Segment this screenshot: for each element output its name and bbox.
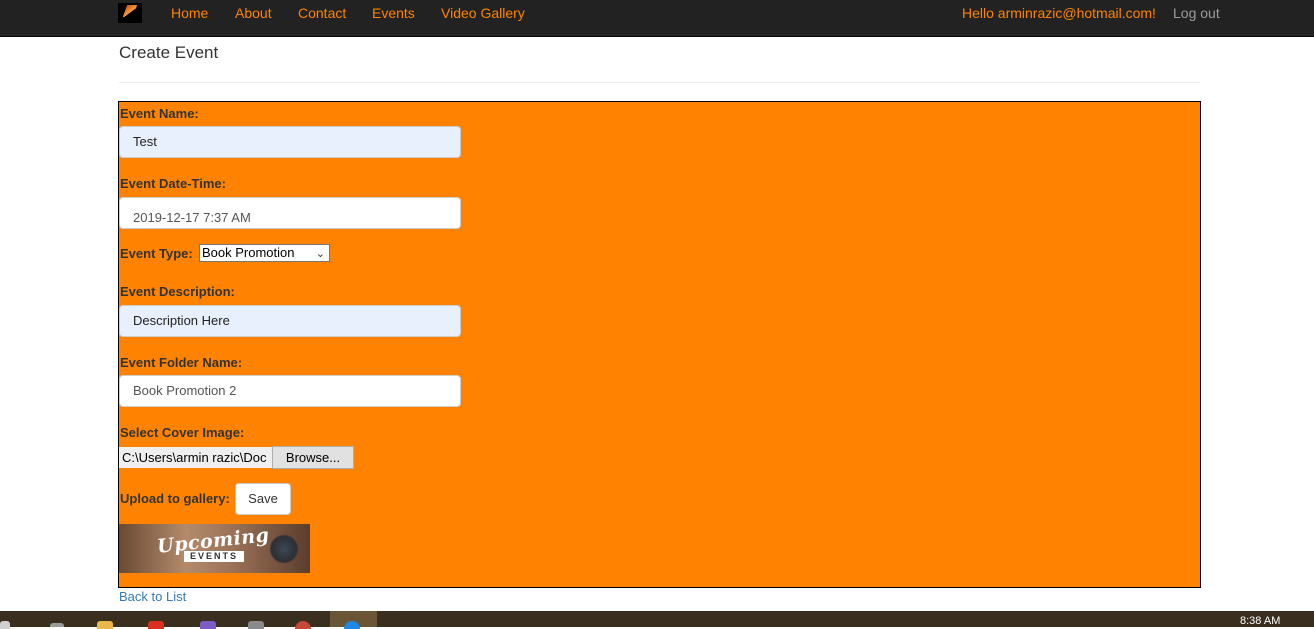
event-type-select[interactable]: Book Promotion ⌄ (199, 244, 330, 262)
taskbar-clock[interactable]: 8:38 AM (1240, 615, 1280, 627)
cover-image-subtitle: EVENTS (184, 551, 245, 562)
upload-gallery-label: Upload to gallery: (120, 491, 230, 506)
event-type-label: Event Type: (120, 246, 193, 261)
back-to-list-link[interactable]: Back to List (119, 589, 186, 604)
brand-logo-mark (122, 5, 138, 17)
event-datetime-input[interactable]: 2019-12-17 7:37 AM (119, 197, 461, 229)
event-folder-input[interactable]: Book Promotion 2 (119, 375, 461, 407)
cover-image-preview: Upcoming EVENTS (119, 524, 310, 573)
os-taskbar: 8:38 AM (0, 611, 1314, 629)
event-description-label: Event Description: (120, 284, 235, 299)
brand-logo[interactable] (118, 3, 142, 23)
event-type-selected: Book Promotion (202, 245, 295, 260)
event-datetime-label: Event Date-Time: (120, 176, 226, 191)
user-greeting-link[interactable]: Hello arminrazic@hotmail.com! (962, 5, 1156, 21)
cover-image-watch (269, 534, 299, 564)
event-name-label: Event Name: (120, 106, 199, 121)
event-name-input[interactable]: Test (119, 126, 461, 158)
app-gray-icon[interactable] (248, 621, 264, 629)
cover-image-label: Select Cover Image: (120, 425, 245, 440)
nav-video-gallery-link[interactable]: Video Gallery (441, 5, 525, 21)
chrome-icon[interactable] (295, 621, 311, 629)
event-description-input[interactable]: Description Here (119, 305, 461, 337)
cover-image-path-field[interactable]: C:\Users\armin razic\Doc (119, 447, 272, 468)
start-icon[interactable] (0, 621, 10, 629)
browse-button[interactable]: Browse... (272, 446, 354, 469)
title-divider (119, 82, 1200, 83)
nav-home-link[interactable]: Home (171, 5, 208, 21)
nav-events-link[interactable]: Events (372, 5, 415, 21)
nav-about-link[interactable]: About (235, 5, 272, 21)
folder-icon[interactable] (97, 621, 113, 629)
logout-link[interactable]: Log out (1173, 5, 1220, 21)
save-button[interactable]: Save (235, 483, 291, 515)
visual-studio-icon[interactable] (200, 621, 216, 629)
app-red-icon[interactable] (148, 621, 164, 629)
create-event-form: Event Name: Test Event Date-Time: 2019-1… (118, 101, 1201, 588)
top-navbar: Home About Contact Events Video Gallery … (0, 0, 1314, 37)
page-title: Create Event (119, 43, 219, 62)
task-view-icon[interactable] (50, 623, 64, 627)
chevron-down-icon: ⌄ (315, 248, 325, 260)
event-folder-label: Event Folder Name: (120, 355, 243, 370)
nav-contact-link[interactable]: Contact (298, 5, 346, 21)
